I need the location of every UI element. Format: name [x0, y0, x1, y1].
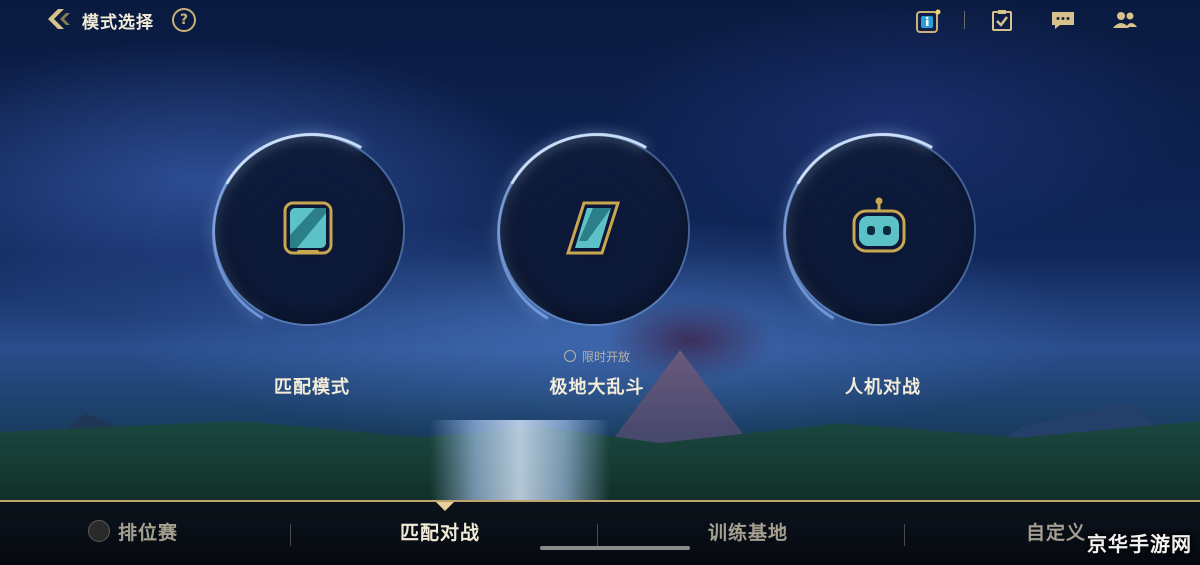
back-button[interactable]: [44, 6, 72, 32]
mode-card-vs-ai[interactable]: 人机对战: [760, 110, 1006, 413]
lock-icon: [88, 520, 110, 542]
robot-icon: [852, 197, 906, 253]
tab-custom[interactable]: 自定义: [1026, 518, 1086, 545]
tablet-icon: [283, 201, 333, 255]
tab-divider: [290, 524, 291, 546]
active-tab-caret: [436, 502, 454, 511]
mode-card-matchmaking[interactable]: 匹配模式: [189, 110, 435, 413]
checklist-icon[interactable]: [990, 8, 1016, 32]
friends-icon[interactable]: [1112, 8, 1138, 32]
chat-icon[interactable]: [1050, 8, 1076, 32]
mode-label: 人机对战: [845, 377, 921, 398]
mode-label: 匹配模式: [274, 377, 350, 398]
tab-training[interactable]: 训练基地: [708, 518, 788, 545]
bottom-tab-bar: 排位赛 匹配对战 训练基地 自定义: [0, 500, 1200, 565]
watermark: 京华手游网: [1087, 532, 1192, 556]
toolbar-divider: [964, 11, 965, 29]
waterfall: [430, 420, 610, 500]
tab-label: 排位赛: [118, 522, 179, 544]
top-bar: 模式选择 ?: [0, 0, 1200, 40]
page-title: 模式选择: [82, 13, 154, 33]
parallelogram-icon: [565, 201, 621, 255]
chevron-left-icon: [48, 9, 70, 29]
tab-match[interactable]: 匹配对战: [400, 518, 480, 545]
mode-card-aram[interactable]: 限时开放 极地大乱斗: [474, 110, 720, 413]
tab-divider: [904, 524, 905, 546]
tab-divider: [597, 524, 598, 546]
info-notice-icon[interactable]: [914, 8, 941, 33]
limited-time-note: 限时开放: [497, 348, 697, 365]
clock-icon: [563, 350, 576, 362]
mode-label: 极地大乱斗: [549, 377, 645, 398]
limited-time-text: 限时开放: [581, 350, 630, 364]
tab-ranked[interactable]: 排位赛: [88, 518, 178, 545]
help-icon[interactable]: ?: [172, 8, 196, 32]
home-indicator: [540, 546, 690, 550]
